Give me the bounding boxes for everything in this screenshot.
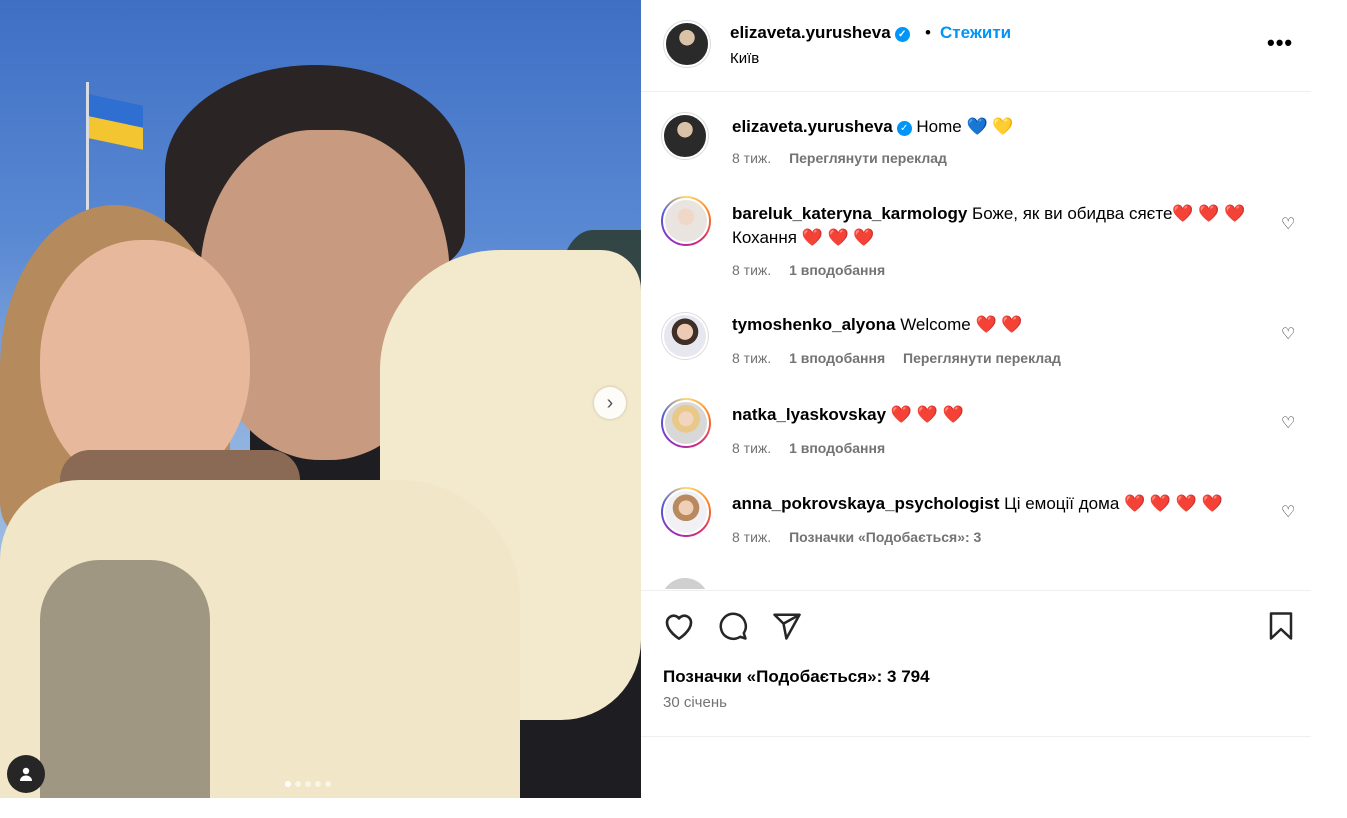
comment-meta: 8 тиж. 1 вподобання	[732, 262, 899, 278]
comment-likes[interactable]: Позначки «Подобається»: 3	[789, 529, 981, 545]
comment-meta: 8 тиж. 1 вподобання	[732, 440, 899, 456]
post-date[interactable]: 30 січень	[663, 694, 727, 711]
follow-button[interactable]: Стежити	[940, 23, 1011, 43]
comment-time[interactable]: 8 тиж.	[732, 262, 771, 278]
comment-body-2: Кохання	[732, 228, 797, 247]
comments-list[interactable]: elizaveta.yurusheva ✓ Home 💙 💛 8 тиж. Пер…	[641, 92, 1311, 589]
caption-body: Home	[916, 117, 962, 136]
verified-badge-icon: ✓	[894, 27, 910, 42]
caption-time[interactable]: 8 тиж.	[732, 150, 771, 166]
commenter-avatar[interactable]	[661, 398, 711, 448]
post-panel: elizaveta.yurusheva ✓ • Стежити Київ ••• …	[641, 0, 1311, 798]
share-icon[interactable]	[772, 611, 802, 641]
author-avatar[interactable]	[663, 20, 711, 68]
heart-icon[interactable]: ♡	[1281, 324, 1295, 344]
post-header: elizaveta.yurusheva ✓ • Стежити Київ •••	[641, 0, 1311, 92]
comment-emoji-2: ❤️ ❤️ ❤️	[801, 228, 875, 247]
comment-time[interactable]: 8 тиж.	[732, 350, 771, 366]
caption-text: elizaveta.yurusheva ✓ Home 💙 💛	[732, 115, 1252, 139]
comment-emoji: ❤️ ❤️ ❤️	[1172, 204, 1246, 223]
comment-body: Боже, як ви обидва сяєте	[972, 204, 1173, 223]
heart-icon[interactable]: ♡	[1281, 214, 1295, 234]
carousel-dots	[285, 781, 331, 787]
caption-meta: 8 тиж. Переглянути переклад	[732, 150, 961, 166]
comment-username[interactable]: anna_pokrovskaya_psychologist	[732, 494, 999, 513]
author-avatar[interactable]	[661, 112, 709, 160]
comment-meta: 8 тиж. Позначки «Подобається»: 3	[732, 529, 995, 545]
commenter-avatar[interactable]	[661, 196, 711, 246]
comment-body: Welcome	[900, 315, 971, 334]
see-translation-button[interactable]: Переглянути переклад	[903, 350, 1061, 366]
comment-likes[interactable]: 1 вподобання	[789, 262, 885, 278]
see-translation-button[interactable]: Переглянути переклад	[789, 150, 947, 166]
tagged-users-button[interactable]	[7, 755, 45, 793]
shadow	[40, 560, 210, 798]
carousel-dot	[315, 781, 321, 787]
comment-likes[interactable]: 1 вподобання	[789, 440, 885, 456]
carousel-dot	[285, 781, 291, 787]
comment-username[interactable]: tymoshenko_alyona	[732, 315, 895, 334]
post-actions: Позначки «Подобається»: 3 794 30 січень	[641, 590, 1311, 737]
comment-emoji: ❤️ ❤️	[975, 315, 1023, 334]
comment-text: anna_pokrovskaya_psychologist Ці емоції …	[732, 492, 1252, 516]
commenter-avatar[interactable]	[661, 578, 709, 589]
comment-emoji: ❤️ ❤️ ❤️	[890, 405, 964, 424]
caption-emoji: 💙 💛	[966, 117, 1014, 136]
post-photo[interactable]: ›	[0, 0, 641, 798]
chevron-right-icon: ›	[606, 391, 614, 414]
verified-badge-icon: ✓	[896, 121, 912, 136]
comment-body: Ці емоції дома	[1004, 494, 1120, 513]
separator-dot: •	[925, 23, 931, 42]
carousel-dot	[325, 781, 331, 787]
caption-username[interactable]: elizaveta.yurusheva	[732, 117, 893, 136]
carousel-dot	[295, 781, 301, 787]
bookmark-icon[interactable]	[1267, 611, 1295, 641]
heart-icon[interactable]	[663, 611, 695, 641]
user-tag-icon	[20, 767, 32, 781]
comment-text: bareluk_kateryna_karmology Боже, як ви о…	[732, 202, 1252, 250]
commenter-avatar[interactable]	[661, 312, 709, 360]
likes-count[interactable]: Позначки «Подобається»: 3 794	[663, 667, 930, 687]
comment-likes[interactable]: 1 вподобання	[789, 350, 885, 366]
heart-icon[interactable]: ♡	[1281, 502, 1295, 522]
comment-icon[interactable]	[717, 611, 749, 641]
comment-username[interactable]: natka_lyaskovskay	[732, 405, 886, 424]
comment-text: natka_lyaskovskay ❤️ ❤️ ❤️	[732, 403, 1252, 427]
heart-icon[interactable]: ♡	[1281, 413, 1295, 433]
carousel-dot	[305, 781, 311, 787]
comment-time[interactable]: 8 тиж.	[732, 529, 771, 545]
post-location[interactable]: Київ	[730, 50, 759, 67]
comment-text: tymoshenko_alyona Welcome ❤️ ❤️	[732, 313, 1252, 337]
comment-emoji: ❤️ ❤️ ❤️ ❤️	[1124, 494, 1223, 513]
commenter-avatar[interactable]	[661, 487, 711, 537]
next-photo-button[interactable]: ›	[594, 387, 626, 419]
author-username-text: elizaveta.yurusheva	[730, 23, 891, 42]
author-username[interactable]: elizaveta.yurusheva ✓	[730, 23, 910, 43]
comment-time[interactable]: 8 тиж.	[732, 440, 771, 456]
more-options-icon[interactable]: •••	[1267, 30, 1293, 56]
comment-meta: 8 тиж. 1 вподобання Переглянути переклад	[732, 350, 1075, 366]
comment-username[interactable]: bareluk_kateryna_karmology	[732, 204, 967, 223]
